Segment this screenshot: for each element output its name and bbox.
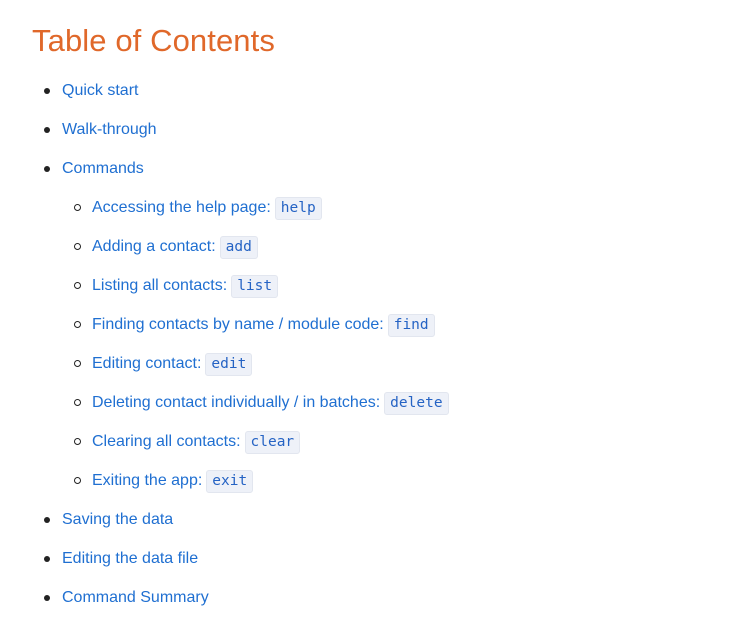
toc-item-commands: Commands: [44, 156, 144, 182]
toc-subitem-edit: Editing contact: edit: [74, 351, 253, 377]
toc-link-label: Quick start: [62, 82, 139, 99]
toc-link-label: Adding a contact:: [92, 238, 216, 255]
toc-item-editing-the-data-file: Editing the data file: [44, 546, 198, 572]
toc-subitem-find: Finding contacts by name / module code: …: [74, 312, 435, 338]
bullet-circle-icon: [74, 204, 81, 211]
bullet-icon: [44, 88, 50, 94]
toc-link-command-summary[interactable]: Command Summary: [62, 585, 209, 611]
toc-item-walk-through: Walk-through: [44, 117, 157, 143]
command-code: delete: [384, 391, 449, 415]
bullet-icon: [44, 166, 50, 172]
toc-link-label: Commands: [62, 160, 144, 177]
page: Table of Contents Quick start Walk-throu…: [0, 0, 739, 627]
bullet-icon: [44, 517, 50, 523]
toc-link-label: Listing all contacts:: [92, 277, 228, 294]
toc-subitem-help: Accessing the help page: help: [74, 195, 322, 221]
bullet-icon: [44, 127, 50, 133]
bullet-circle-icon: [74, 321, 81, 328]
toc-subitem-clear: Clearing all contacts: clear: [74, 429, 301, 455]
toc-item-quick-start: Quick start: [44, 78, 138, 104]
toc-link-walk-through[interactable]: Walk-through: [62, 117, 157, 143]
command-code: add: [219, 235, 258, 259]
toc-link-clear[interactable]: Clearing all contacts: clear: [92, 429, 301, 455]
toc-link-label: Deleting contact individually / in batch…: [92, 394, 381, 411]
toc-link-help[interactable]: Accessing the help page: help: [92, 195, 322, 221]
toc-item-command-summary: Command Summary: [44, 585, 209, 611]
toc-subitem-delete: Deleting contact individually / in batch…: [74, 390, 449, 416]
toc-link-delete[interactable]: Deleting contact individually / in batch…: [92, 390, 449, 416]
command-code: help: [274, 196, 322, 220]
bullet-circle-icon: [74, 243, 81, 250]
command-code: exit: [206, 469, 254, 493]
toc-link-commands[interactable]: Commands: [62, 156, 144, 182]
toc-link-label: Walk-through: [62, 121, 157, 138]
toc-link-find[interactable]: Finding contacts by name / module code: …: [92, 312, 435, 338]
toc-link-label: Editing contact:: [92, 355, 202, 372]
toc-link-quick-start[interactable]: Quick start: [62, 78, 138, 104]
bullet-circle-icon: [74, 399, 81, 406]
page-title: Table of Contents: [32, 23, 275, 58]
command-code: list: [231, 274, 279, 298]
toc-link-label: Editing the data file: [62, 550, 199, 567]
bullet-circle-icon: [74, 282, 81, 289]
toc-link-saving-the-data[interactable]: Saving the data: [62, 507, 173, 533]
toc-subitem-list: Listing all contacts: list: [74, 273, 279, 299]
toc-link-label: Clearing all contacts:: [92, 433, 241, 450]
toc-link-label: Accessing the help page:: [92, 199, 271, 216]
command-code: edit: [205, 352, 253, 376]
bullet-circle-icon: [74, 438, 81, 445]
toc-link-label: Exiting the app:: [92, 472, 203, 489]
bullet-icon: [44, 595, 50, 601]
toc-subitem-exit: Exiting the app: exit: [74, 468, 254, 494]
command-code: clear: [244, 430, 301, 454]
toc-link-label: Saving the data: [62, 511, 174, 528]
toc-link-exit[interactable]: Exiting the app: exit: [92, 468, 254, 494]
toc-link-edit[interactable]: Editing contact: edit: [92, 351, 253, 377]
toc-link-list[interactable]: Listing all contacts: list: [92, 273, 279, 299]
toc-link-add[interactable]: Adding a contact: add: [92, 234, 258, 260]
toc-link-label: Finding contacts by name / module code:: [92, 316, 384, 333]
bullet-circle-icon: [74, 360, 81, 367]
toc-link-label: Command Summary: [62, 589, 209, 606]
toc-subitem-add: Adding a contact: add: [74, 234, 258, 260]
toc-link-editing-the-data-file[interactable]: Editing the data file: [62, 546, 198, 572]
toc-item-saving-the-data: Saving the data: [44, 507, 173, 533]
bullet-icon: [44, 556, 50, 562]
bullet-circle-icon: [74, 477, 81, 484]
command-code: find: [387, 313, 435, 337]
